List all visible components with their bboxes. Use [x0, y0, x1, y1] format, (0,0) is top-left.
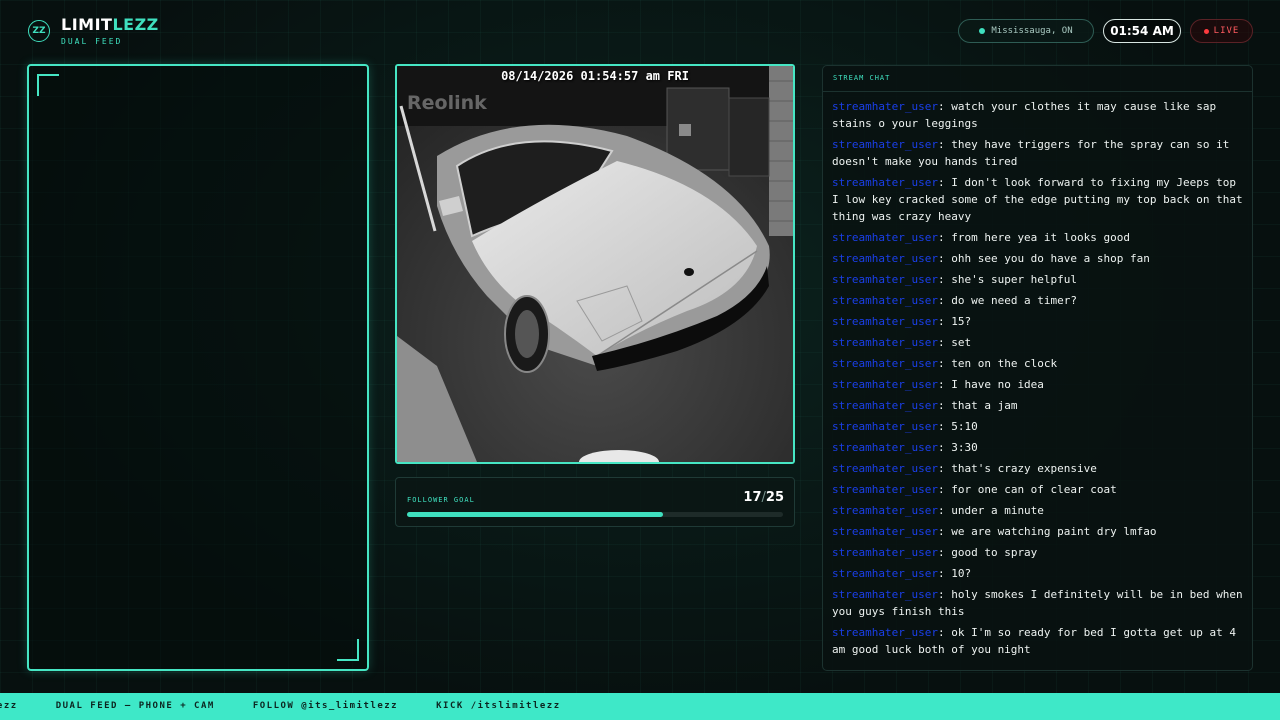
ticker-item: FOLLOW @its_limitlezz — [252, 701, 399, 711]
phone-feed-panel — [27, 64, 369, 671]
chat-message-text: : that's crazy expensive — [937, 462, 1097, 475]
follower-goal-progress-fill — [407, 512, 663, 517]
chat-message: streamhater_user: I have no idea — [832, 376, 1246, 393]
ticker-item: DUAL FEED — PHONE + CAM — [55, 701, 215, 711]
chat-message-text: : that a jam — [937, 399, 1018, 412]
brand-title-accent: LEZZ — [112, 15, 159, 34]
chat-message-text: : 3:30 — [937, 441, 978, 454]
chat-message-text: : do we need a timer? — [937, 294, 1078, 307]
chat-message-text: : set — [937, 336, 972, 349]
chat-username[interactable]: streamhater_user — [832, 176, 938, 189]
chat-username[interactable]: streamhater_user — [832, 336, 938, 349]
location-dot-icon — [979, 28, 986, 34]
chat-message-text: : 15? — [937, 315, 972, 328]
follower-goal-widget: FOLLOWER GOAL 17/25 — [395, 477, 795, 527]
chat-message: streamhater_user: from here yea it looks… — [832, 229, 1246, 246]
live-badge: LIVE — [1190, 19, 1253, 43]
chat-message: streamhater_user: 15? — [832, 313, 1246, 330]
chat-message-text: : 10? — [937, 567, 972, 580]
chat-message-text: : for one can of clear coat — [937, 483, 1117, 496]
chat-username[interactable]: streamhater_user — [832, 626, 938, 639]
chat-message-text: : I have no idea — [937, 378, 1044, 391]
chat-username[interactable]: streamhater_user — [832, 100, 938, 113]
follower-goal-label: FOLLOWER GOAL — [407, 496, 475, 504]
location-text: Mississauga, ON — [991, 26, 1073, 36]
ticker-item: lezz — [0, 701, 18, 711]
chat-message-text: : she's super helpful — [937, 273, 1078, 286]
live-dot-icon — [1203, 28, 1209, 34]
chat-username[interactable]: streamhater_user — [832, 378, 938, 391]
chat-username[interactable]: streamhater_user — [832, 420, 938, 433]
chat-message: streamhater_user: holy smokes I definite… — [832, 586, 1246, 620]
chat-message-text: : under a minute — [937, 504, 1044, 517]
chat-username[interactable]: streamhater_user — [832, 504, 938, 517]
security-camera-feed: 08/14/2026 01:54:57 am FRI Reolink — [395, 64, 795, 464]
chat-username[interactable]: streamhater_user — [832, 546, 938, 559]
chat-message-text: : ohh see you do have a shop fan — [937, 252, 1150, 265]
chat-message: streamhater_user: ok I'm so ready for be… — [832, 624, 1246, 658]
chat-message: streamhater_user: good to spray — [832, 544, 1246, 561]
chat-message: streamhater_user: they have triggers for… — [832, 136, 1246, 170]
location-badge: Mississauga, ON — [958, 19, 1094, 43]
chat-username[interactable]: streamhater_user — [832, 138, 938, 151]
chat-message: streamhater_user: I don't look forward t… — [832, 174, 1246, 225]
chat-username[interactable]: streamhater_user — [832, 315, 938, 328]
chat-message: streamhater_user: that's crazy expensive — [832, 460, 1246, 477]
ticker-item: KICK /itslimitlezz — [436, 701, 561, 711]
follower-goal-target: 25 — [765, 490, 784, 505]
chat-message-text: : 5:10 — [937, 420, 978, 433]
stream-chat-title: STREAM CHAT — [833, 74, 891, 82]
chat-username[interactable]: streamhater_user — [832, 294, 938, 307]
chat-message: streamhater_user: set — [832, 334, 1246, 351]
follower-goal-current: 17 — [743, 490, 762, 505]
chat-message: streamhater_user: for one can of clear c… — [832, 481, 1246, 498]
ticker-text: lezz DUAL FEED — PHONE + CAM FOLLOW @its_l… — [0, 701, 599, 711]
chat-username[interactable]: streamhater_user — [832, 588, 938, 601]
chat-message: streamhater_user: 5:10 — [832, 418, 1246, 435]
chat-message: streamhater_user: watch your clothes it … — [832, 98, 1246, 132]
chat-message: streamhater_user: under a minute — [832, 502, 1246, 519]
chat-username[interactable]: streamhater_user — [832, 462, 938, 475]
frame-corner-bottom-right — [337, 639, 359, 661]
clock-text: 01:54 AM — [1110, 24, 1174, 38]
chat-username[interactable]: streamhater_user — [832, 483, 938, 496]
brand-title: LIMITLEZZ — [61, 15, 159, 34]
chat-message: streamhater_user: 10? — [832, 565, 1246, 582]
camera-watermark: Reolink — [407, 92, 487, 114]
live-text: LIVE — [1213, 26, 1240, 36]
chat-message: streamhater_user: that a jam — [832, 397, 1246, 414]
brand-logo-icon: ZZ — [28, 20, 50, 42]
brand-subtitle: DUAL FEED — [61, 37, 123, 46]
chat-message-text: : we are watching paint dry lmfao — [937, 525, 1157, 538]
chat-message-list[interactable]: streamhater_user: watch your clothes it … — [832, 98, 1246, 662]
chat-message: streamhater_user: 3:30 — [832, 439, 1246, 456]
chat-username[interactable]: streamhater_user — [832, 441, 938, 454]
chat-message: streamhater_user: we are watching paint … — [832, 523, 1246, 540]
clock-badge: 01:54 AM — [1103, 19, 1181, 43]
stream-chat-divider — [823, 91, 1252, 92]
chat-message: streamhater_user: ten on the clock — [832, 355, 1246, 372]
chat-username[interactable]: streamhater_user — [832, 525, 938, 538]
chat-username[interactable]: streamhater_user — [832, 567, 938, 580]
chat-username[interactable]: streamhater_user — [832, 273, 938, 286]
chat-message: streamhater_user: ohh see you do have a … — [832, 250, 1246, 267]
stream-chat-panel: STREAM CHAT streamhater_user: watch your… — [822, 65, 1253, 671]
camera-timestamp: 08/14/2026 01:54:57 am FRI — [501, 69, 689, 83]
chat-username[interactable]: streamhater_user — [832, 252, 938, 265]
follower-goal-progress-track — [407, 512, 783, 517]
chat-username[interactable]: streamhater_user — [832, 399, 938, 412]
chat-username[interactable]: streamhater_user — [832, 231, 938, 244]
follower-goal-count: 17/25 — [743, 490, 784, 505]
chat-message-text: : ten on the clock — [937, 357, 1058, 370]
camera-image — [397, 66, 793, 462]
chat-message: streamhater_user: she's super helpful — [832, 271, 1246, 288]
brand-title-main: LIMIT — [61, 15, 113, 34]
chat-username[interactable]: streamhater_user — [832, 357, 938, 370]
frame-corner-top-left — [37, 74, 59, 96]
bottom-ticker: lezz DUAL FEED — PHONE + CAM FOLLOW @its_l… — [0, 693, 1280, 720]
chat-message-text: : from here yea it looks good — [937, 231, 1131, 244]
chat-message: streamhater_user: do we need a timer? — [832, 292, 1246, 309]
chat-message-text: : good to spray — [937, 546, 1038, 559]
